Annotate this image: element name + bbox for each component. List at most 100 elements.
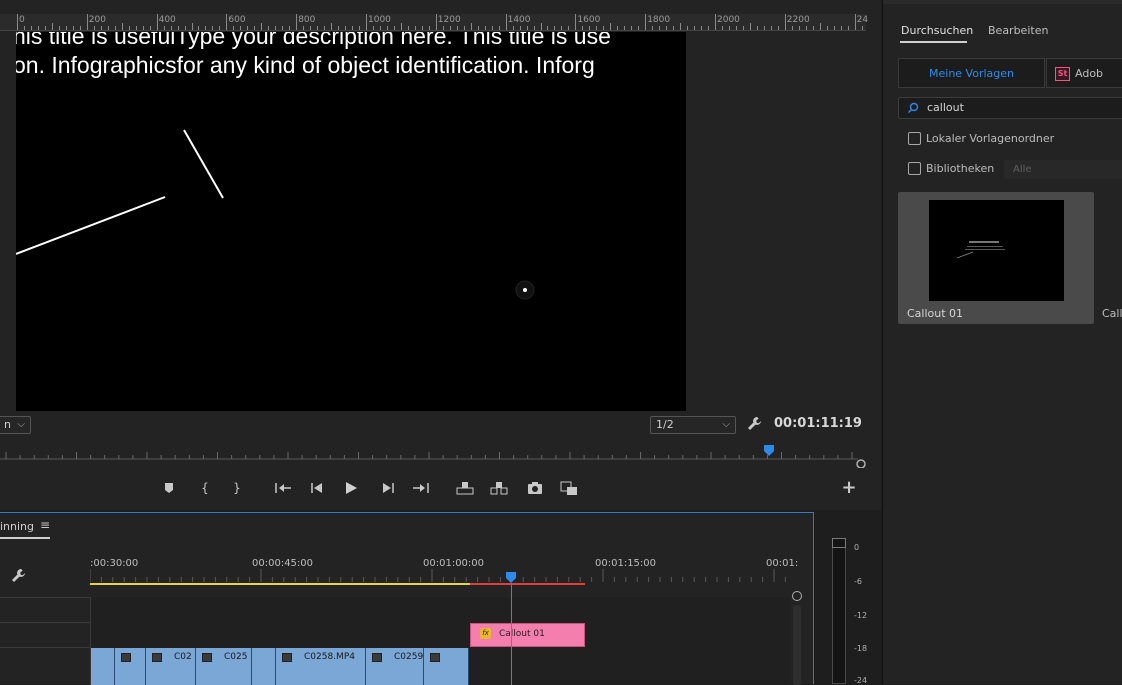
local-folder-label: Lokaler Vorlagenordner (926, 132, 1055, 145)
resolution-dropdown[interactable]: 1/2 ⌵ (650, 416, 736, 434)
go-to-out-icon[interactable] (410, 478, 432, 498)
ruler-tick (791, 26, 793, 30)
ruler-tick (589, 26, 591, 30)
ruler-tick (386, 26, 388, 30)
search-value: callout (927, 101, 964, 114)
ruler-tick (226, 14, 228, 30)
timeline-playhead-handle[interactable] (506, 572, 516, 583)
wrench-icon[interactable] (746, 415, 764, 433)
mark-in-icon[interactable]: { (194, 478, 216, 498)
ruler-tick (421, 26, 423, 30)
play-icon[interactable] (340, 478, 362, 498)
meter-label: -6 (854, 577, 862, 586)
ruler-label: 800 (298, 15, 316, 25)
ruler-tick (617, 26, 619, 30)
ruler-tick (701, 26, 703, 30)
video-clip[interactable] (252, 648, 276, 685)
my-templates-button[interactable]: Meine Vorlagen (898, 58, 1045, 88)
ruler-tick (240, 26, 242, 30)
video-clip-label: C02 (174, 652, 192, 662)
ruler-tick (317, 26, 319, 30)
ruler-tick (100, 26, 102, 30)
video-preview[interactable]: his title is usefulType your description… (16, 32, 686, 411)
ruler-tick (708, 26, 710, 30)
ruler-tick (30, 26, 32, 30)
libraries-checkbox[interactable] (908, 162, 921, 175)
extract-icon[interactable] (488, 478, 510, 498)
step-back-icon[interactable] (306, 478, 328, 498)
ruler-tick (470, 23, 472, 30)
ruler-tick (393, 26, 395, 30)
ruler-tick (282, 26, 284, 30)
search-icon (908, 102, 919, 113)
ruler-tick (561, 26, 563, 30)
local-folder-checkbox[interactable] (908, 132, 921, 145)
add-marker-icon[interactable] (158, 478, 180, 498)
sequence-tab[interactable]: inning (0, 520, 34, 533)
video-clip[interactable]: C0259 (366, 648, 424, 685)
video-clip[interactable]: C0258.MP4 (276, 648, 366, 685)
ruler-tick (721, 26, 723, 30)
vertical-scrollbar[interactable] (793, 605, 801, 685)
vertical-scroll-handle[interactable] (792, 591, 802, 601)
ruler-tick (135, 26, 137, 30)
ruler-tick (114, 26, 116, 30)
go-to-in-icon[interactable] (272, 478, 294, 498)
template-thumbnail-callout-01[interactable]: Callout 01 (898, 192, 1094, 324)
monitor-scrub-bar[interactable] (0, 440, 866, 469)
template-search-input[interactable]: callout (898, 97, 1122, 119)
ruler-tick (163, 26, 165, 30)
zoom-level-dropdown[interactable]: n ⌵ (0, 416, 31, 434)
mark-out-icon[interactable]: } (226, 478, 248, 498)
ruler-tick (331, 23, 333, 30)
add-button-icon[interactable]: + (838, 478, 860, 498)
step-forward-icon[interactable] (377, 478, 399, 498)
adobe-stock-button[interactable]: St Adob (1046, 58, 1122, 88)
ruler-tick (540, 23, 542, 30)
ruler-tick (554, 26, 556, 30)
video-clip[interactable] (424, 648, 469, 685)
ruler-tick (345, 26, 347, 30)
ruler-tick (582, 26, 584, 30)
video-clip[interactable] (115, 648, 146, 685)
ruler-tick (491, 26, 493, 30)
video-clip[interactable]: C025 (196, 648, 252, 685)
ruler-tick (715, 14, 716, 30)
timeline-settings-wrench-icon[interactable] (10, 567, 28, 585)
ruler-tick (93, 26, 95, 30)
graphic-clip-label: Callout 01 (499, 629, 545, 639)
tab-durchsuchen[interactable]: Durchsuchen (901, 24, 973, 37)
ruler-tick (687, 26, 689, 30)
ruler-tick (23, 26, 25, 30)
playhead-timecode[interactable]: 00:01:11:19 (774, 416, 862, 431)
ruler-tick (212, 26, 214, 30)
fx-icon (430, 653, 440, 662)
scrub-end-handle[interactable] (856, 459, 866, 469)
ruler-tick (854, 14, 856, 30)
ruler-tick (666, 26, 668, 30)
ruler-tick (442, 26, 444, 30)
timeline-time-ruler[interactable]: :00:30:00 00:00:45:00 00:01:00:00 00:01:… (90, 553, 798, 599)
timeline-playhead-line[interactable] (511, 583, 512, 685)
graphic-clip-callout-01[interactable]: fx Callout 01 (470, 623, 585, 647)
export-frame-icon[interactable] (524, 478, 546, 498)
ruler-tick (610, 23, 612, 30)
ruler-tick (414, 26, 416, 30)
ruler-tick (749, 23, 751, 30)
ruler-label: 1800 (647, 15, 671, 25)
lift-icon[interactable] (454, 478, 476, 498)
monitor-playhead[interactable] (764, 445, 774, 456)
ruler-tick (728, 26, 730, 30)
template-name-2[interactable]: Callo (1102, 307, 1122, 320)
ruler-tick (191, 23, 193, 30)
ruler-tick (770, 26, 772, 30)
ruler-tick (861, 26, 863, 30)
comparison-view-icon[interactable] (558, 478, 580, 498)
video-clip[interactable]: C02 (146, 648, 196, 685)
ruler-tick (338, 26, 340, 30)
video-clip[interactable] (91, 648, 115, 685)
libraries-dropdown[interactable]: Alle (1004, 160, 1122, 179)
hamburger-menu-icon[interactable]: ≡ (40, 518, 50, 532)
tab-bearbeiten[interactable]: Bearbeiten (988, 24, 1048, 37)
ruler-tick (847, 26, 849, 30)
